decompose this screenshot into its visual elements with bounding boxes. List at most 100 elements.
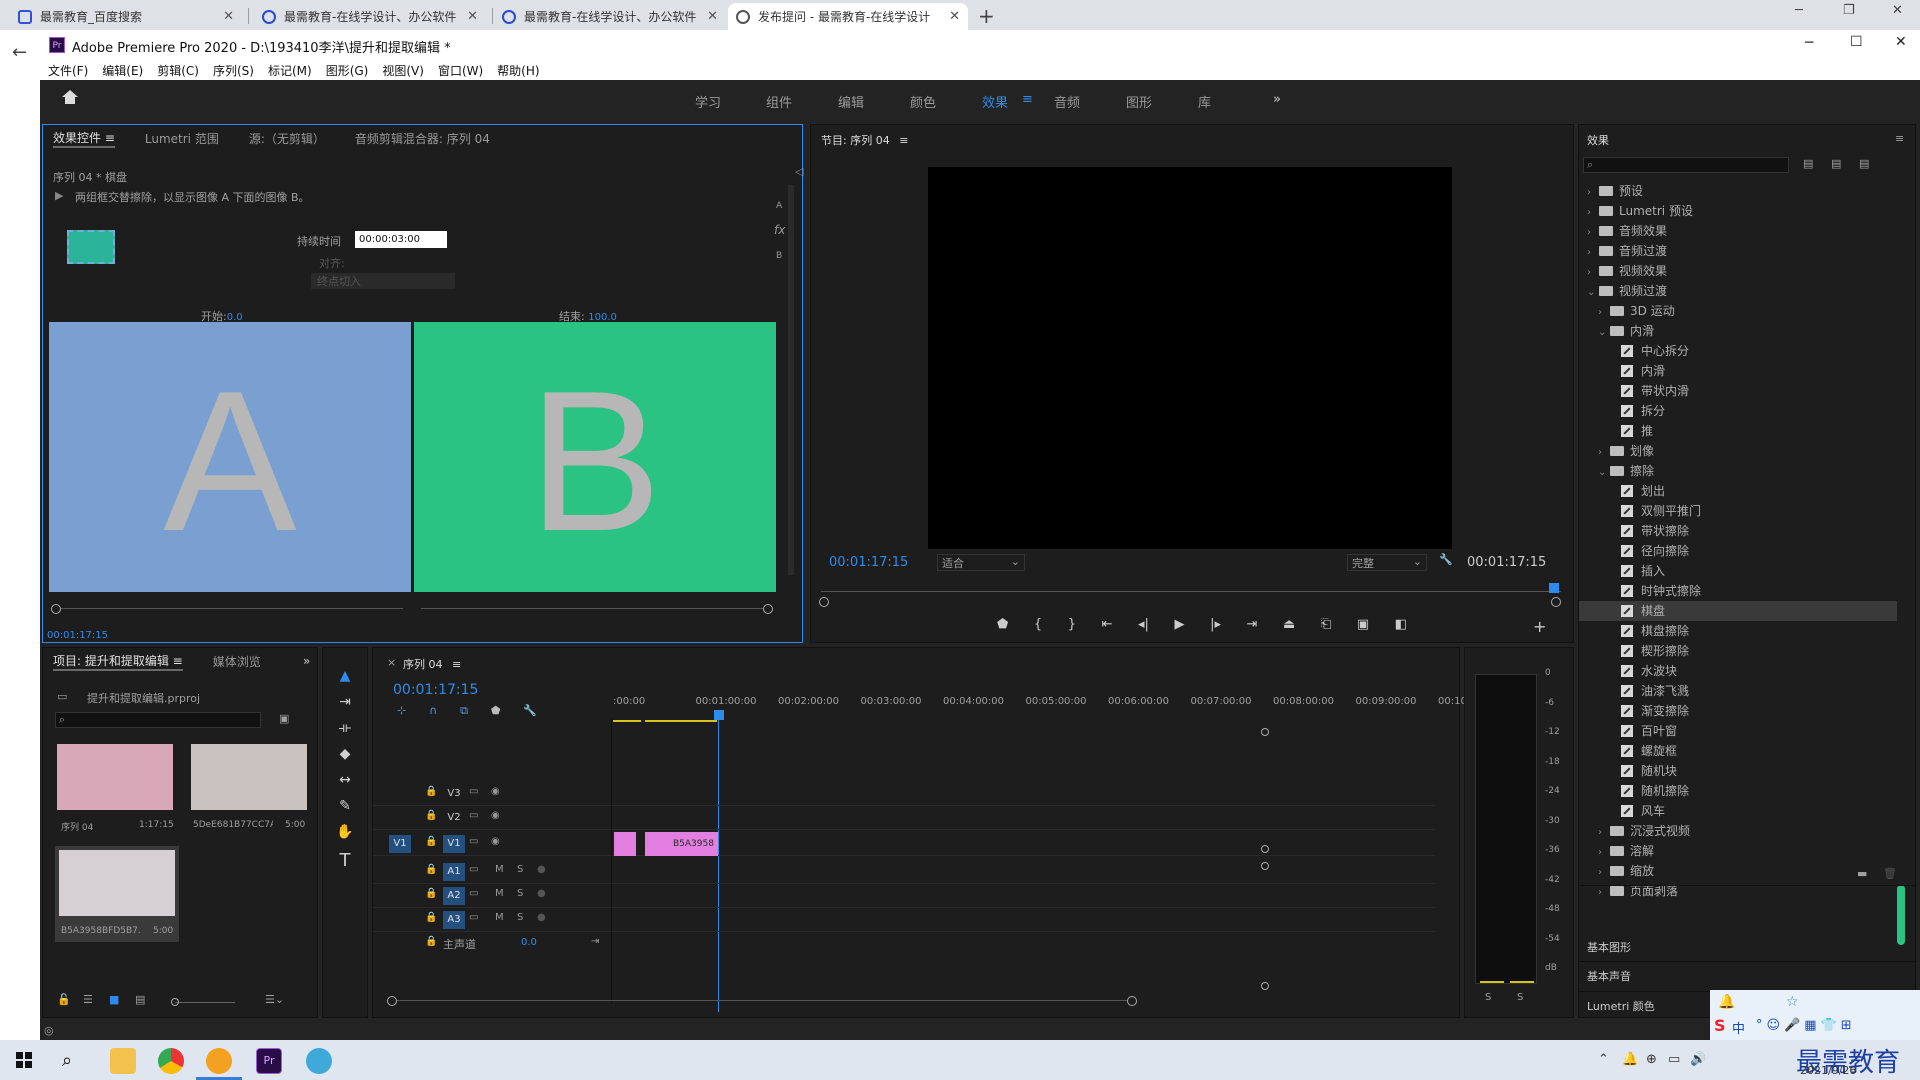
minimize-icon[interactable]: ─: [1795, 3, 1803, 18]
compare-icon[interactable]: ◧: [1395, 617, 1407, 637]
effects-item[interactable]: 拆分: [1579, 401, 1897, 421]
lock-icon[interactable]: 🔒: [425, 936, 437, 947]
mic-icon[interactable]: ●: [537, 864, 546, 875]
menu-marker[interactable]: 标记(M): [268, 62, 312, 79]
more-tabs-icon[interactable]: »: [303, 654, 310, 668]
chevron-right-icon[interactable]: ›: [1587, 183, 1599, 203]
notification-icon[interactable]: 🔔: [1622, 1052, 1638, 1067]
solo-button[interactable]: S: [517, 864, 523, 875]
restore-icon[interactable]: ❐: [1843, 3, 1855, 18]
back-arrow-icon[interactable]: ←: [12, 42, 27, 63]
track-label-a2[interactable]: A2: [443, 887, 465, 905]
solo-button[interactable]: S: [517, 888, 523, 899]
chevron-down-icon[interactable]: ⌄: [1598, 323, 1610, 343]
zoom-slider[interactable]: [175, 1002, 235, 1003]
chevron-right-icon[interactable]: ›: [1598, 883, 1610, 903]
settings-wrench-icon[interactable]: 🔧: [523, 704, 537, 718]
effects-item[interactable]: 随机块: [1579, 761, 1897, 781]
workspace-menu-icon[interactable]: ≡: [1022, 92, 1033, 107]
collapse-icon[interactable]: ◁: [795, 165, 803, 178]
chrome-icon[interactable]: [158, 1048, 184, 1074]
track-label-v2[interactable]: V2: [443, 809, 465, 827]
effects-folder[interactable]: › 溶解: [1579, 841, 1897, 861]
effects-folder[interactable]: › 音频效果: [1579, 221, 1897, 241]
wrench-icon[interactable]: 🔧: [1439, 553, 1453, 566]
sync-lock-icon[interactable]: ▭: [469, 864, 478, 875]
close-icon[interactable]: ✕: [949, 9, 960, 24]
zoom-handle-right[interactable]: [1551, 597, 1561, 607]
lumetri-color-tab[interactable]: Lumetri 颜色: [1587, 998, 1655, 1014]
chevron-right-icon[interactable]: ›: [1598, 843, 1610, 863]
step-forward-icon[interactable]: |▸: [1210, 617, 1221, 637]
solo-button[interactable]: S: [517, 912, 523, 923]
workspace-learn[interactable]: 学习: [695, 92, 721, 111]
effects-item[interactable]: 螺旋框: [1579, 741, 1897, 761]
ie-icon[interactable]: [306, 1048, 332, 1074]
effects-folder[interactable]: › 预设: [1579, 181, 1897, 201]
workspace-effects[interactable]: 效果: [982, 92, 1008, 111]
v-scroll-handle[interactable]: [1261, 845, 1269, 853]
essential-sound-tab[interactable]: 基本声音: [1587, 968, 1631, 984]
effects-item[interactable]: 径向擦除: [1579, 541, 1897, 561]
effects-item[interactable]: 插入: [1579, 561, 1897, 581]
end-slider-handle[interactable]: [763, 604, 773, 614]
mark-in-icon[interactable]: {: [1034, 617, 1042, 637]
track-label-a1[interactable]: A1: [443, 863, 465, 881]
lift-icon[interactable]: ⏏: [1283, 617, 1295, 637]
effects-item[interactable]: 油漆飞溅: [1579, 681, 1897, 701]
ime-mode[interactable]: 中: [1732, 1018, 1745, 1037]
star-icon[interactable]: ☆: [1786, 994, 1799, 1010]
bell-icon[interactable]: 🔔: [1718, 994, 1735, 1010]
v-scroll-handle[interactable]: [1261, 728, 1269, 736]
file-explorer-icon[interactable]: [110, 1048, 136, 1074]
mute-button[interactable]: M: [495, 912, 504, 923]
chevron-up-icon[interactable]: ⌃: [1598, 1052, 1609, 1067]
chevron-right-icon[interactable]: ›: [1587, 263, 1599, 283]
trash-icon[interactable]: 🗑: [1883, 867, 1897, 880]
tab-effect-controls[interactable]: 效果控件 ≡: [53, 129, 115, 148]
effects-item[interactable]: 中心拆分: [1579, 341, 1897, 361]
eye-icon[interactable]: ◉: [491, 786, 500, 797]
play-transition-icon[interactable]: ▶: [55, 189, 63, 202]
program-playhead-timecode[interactable]: 00:01:17:15: [829, 555, 908, 570]
effects-item[interactable]: 棋盘擦除: [1579, 621, 1897, 641]
zoom-slider-handle[interactable]: [171, 998, 179, 1006]
go-to-end-icon[interactable]: ⇥: [591, 936, 599, 947]
browser-tab-1[interactable]: 最需教育_百度搜索 ✕: [10, 3, 242, 30]
play-icon[interactable]: ▶: [1175, 617, 1185, 637]
effects-folder[interactable]: ⌄ 视频过渡: [1579, 281, 1897, 301]
selection-tool-icon[interactable]: ▲: [335, 668, 355, 684]
volume-icon[interactable]: 🔊: [1690, 1052, 1706, 1067]
work-area-bar[interactable]: [645, 720, 717, 722]
windows-start-icon[interactable]: [16, 1052, 32, 1068]
vertical-scrollbar[interactable]: [1897, 885, 1905, 945]
thumb-clip-1[interactable]: [191, 744, 307, 810]
align-dropdown[interactable]: 终点切入: [311, 273, 455, 289]
sogou-icon[interactable]: S: [1714, 1016, 1726, 1035]
chevron-right-icon[interactable]: ›: [1587, 243, 1599, 263]
mic-icon[interactable]: ●: [537, 912, 546, 923]
chevron-right-icon[interactable]: ›: [1598, 823, 1610, 843]
slip-tool-icon[interactable]: ↔: [335, 772, 355, 788]
master-volume[interactable]: 0.0: [521, 937, 537, 948]
close-window-icon[interactable]: ✕: [1895, 34, 1907, 50]
chevron-down-icon[interactable]: ⌄: [1587, 283, 1599, 303]
go-to-in-icon[interactable]: ⇤: [1102, 617, 1113, 637]
effects-folder[interactable]: › 音频过渡: [1579, 241, 1897, 261]
timeline-clip[interactable]: B5A3958: [645, 832, 718, 856]
ripple-edit-tool-icon[interactable]: ⟛: [335, 720, 355, 736]
effects-folder[interactable]: › 沉浸式视频: [1579, 821, 1897, 841]
lock-icon[interactable]: 🔒: [425, 836, 437, 847]
program-scrubber[interactable]: [821, 591, 1561, 592]
menu-graphics[interactable]: 图形(G): [326, 62, 369, 79]
minimize-icon[interactable]: ─: [1805, 35, 1813, 51]
v-scroll-handle[interactable]: [1261, 982, 1269, 990]
premiere-taskbar-icon[interactable]: Pr: [256, 1048, 282, 1074]
pen-tool-icon[interactable]: ✎: [335, 798, 355, 814]
go-to-out-icon[interactable]: ⇥: [1247, 617, 1258, 637]
h-scroll-handle-left[interactable]: [387, 996, 397, 1006]
effects-folder[interactable]: ⌄ 内滑: [1579, 321, 1897, 341]
effects-item[interactable]: 时钟式擦除: [1579, 581, 1897, 601]
fit-dropdown[interactable]: 适合 ⌄: [937, 554, 1025, 571]
effects-item[interactable]: 楔形擦除: [1579, 641, 1897, 661]
